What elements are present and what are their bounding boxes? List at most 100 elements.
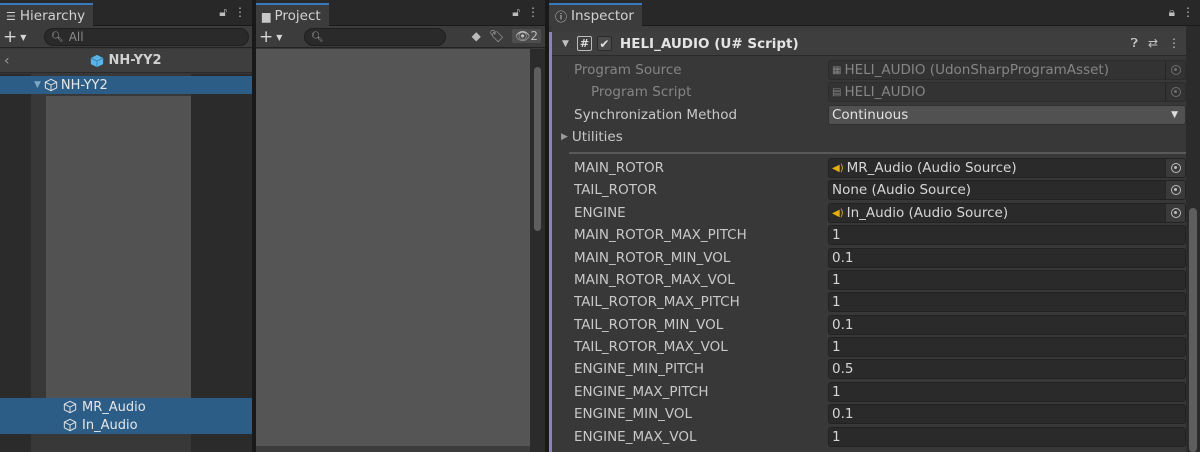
- prop-value: MR_Audio (Audio Source): [846, 160, 1017, 176]
- help-icon[interactable]: ❓︎: [1131, 36, 1138, 51]
- project-search[interactable]: 🔍︎: [304, 28, 446, 46]
- hierarchy-toolbar: + ▼ 🔍︎: [0, 26, 252, 48]
- field-row: MAIN_ROTOR_MIN_VOL 0.1: [574, 248, 1186, 268]
- hierarchy-panel: ☰ Hierarchy 🔓︎ ⋮ +▼ 🔍︎ ‹ NH-YY2 ▼: [0, 0, 252, 452]
- fold-triangle-icon[interactable]: ▼: [562, 39, 569, 49]
- more-icon[interactable]: ⋮: [1168, 36, 1180, 51]
- caret-down-icon: ▼: [20, 32, 27, 42]
- lock-icon[interactable]: 🔓︎: [219, 5, 227, 20]
- hierarchy-search[interactable]: 🔍︎: [44, 28, 249, 46]
- program-source-row: Program Source ▦ HELI_AUDIO (UdonSharpPr…: [574, 60, 1186, 80]
- prop-value: 1: [832, 272, 841, 288]
- prop-value: Continuous: [832, 107, 909, 123]
- prop-label: Program Source: [574, 62, 682, 78]
- scene-name: NH-YY2: [108, 53, 162, 68]
- number-field[interactable]: 1: [828, 292, 1186, 312]
- prop-value: 0.1: [832, 250, 854, 266]
- project-create-button[interactable]: + ▼: [259, 27, 293, 47]
- presets-icon[interactable]: ⇄: [1148, 36, 1158, 51]
- inspector-panel: ⓘ Inspector 🔒︎ ⋮ ▼ # ✔ HELI_AUDIO (U# Sc…: [549, 0, 1200, 452]
- tree-item-label: NH-YY2: [60, 77, 108, 93]
- gameobject-cube-icon: [63, 418, 77, 432]
- project-scroll-thumb[interactable]: [534, 67, 541, 231]
- program-script-field[interactable]: ▤ HELI_AUDIO: [828, 82, 1186, 102]
- project-tabbar: ▆ Project 🔓︎ ⋮: [256, 0, 545, 26]
- gameobject-cube-icon: [63, 400, 77, 414]
- inspector-scroll-thumb[interactable]: [1189, 208, 1197, 452]
- scene-header: ‹ NH-YY2: [0, 49, 252, 73]
- engine-field[interactable]: ◀) In_Audio (Audio Source): [828, 203, 1186, 223]
- number-field[interactable]: 0.1: [828, 315, 1186, 335]
- inspector-scrollbar[interactable]: [1186, 26, 1200, 452]
- prop-label: TAIL_ROTOR_MAX_PITCH: [574, 294, 740, 310]
- tail-rotor-field[interactable]: None (Audio Source): [828, 180, 1186, 200]
- lock-icon[interactable]: 🔓︎: [512, 5, 520, 20]
- prop-label: ENGINE_MAX_PITCH: [574, 384, 709, 400]
- program-source-field[interactable]: ▦ HELI_AUDIO (UdonSharpProgramAsset): [828, 60, 1186, 80]
- gameobject-cube-icon: [44, 78, 58, 92]
- asset-icon: ▦: [832, 64, 842, 76]
- program-script-row: Program Script ▤ HELI_AUDIO: [591, 82, 1186, 102]
- tree-item-mr-audio[interactable]: MR_Audio: [0, 398, 252, 416]
- number-field[interactable]: 0.1: [828, 248, 1186, 268]
- dropdown-arrow-icon: ▼: [1171, 110, 1178, 120]
- number-field[interactable]: 1: [828, 270, 1186, 290]
- object-picker-icon[interactable]: [1165, 61, 1185, 79]
- hierarchy-search-input[interactable]: [68, 30, 248, 44]
- prop-label: TAIL_ROTOR_MIN_VOL: [574, 317, 724, 333]
- utilities-label: Utilities: [571, 129, 623, 145]
- object-picker-icon[interactable]: [1165, 159, 1185, 177]
- more-icon[interactable]: ⋮: [527, 5, 539, 20]
- tab-hierarchy[interactable]: ☰ Hierarchy: [0, 3, 94, 26]
- field-row: ENGINE ◀) In_Audio (Audio Source): [574, 203, 1186, 223]
- prop-label: TAIL_ROTOR: [574, 182, 657, 198]
- hierarchy-content-area: [46, 96, 191, 398]
- project-search-input[interactable]: [328, 30, 445, 44]
- sync-method-dropdown[interactable]: Continuous ▼: [828, 105, 1186, 125]
- prop-value: 1: [832, 384, 841, 400]
- more-icon[interactable]: ⋮: [1182, 5, 1194, 20]
- back-icon[interactable]: ‹: [4, 53, 10, 69]
- inspector-tabbar: ⓘ Inspector 🔒︎ ⋮: [549, 0, 1200, 26]
- prop-value: 1: [832, 429, 841, 445]
- number-field[interactable]: 1: [828, 225, 1186, 245]
- tree-item-in-audio[interactable]: In_Audio: [0, 416, 252, 434]
- number-field[interactable]: 0.5: [828, 359, 1186, 379]
- tree-item-label: MR_Audio: [82, 399, 146, 415]
- filter-by-type-icon[interactable]: ◆: [472, 29, 481, 43]
- project-scrollbar[interactable]: [530, 49, 545, 452]
- tab-project[interactable]: ▆ Project: [256, 3, 329, 26]
- create-button[interactable]: + ▼: [3, 27, 37, 47]
- tab-inspector[interactable]: ⓘ Inspector: [549, 3, 642, 26]
- component-enabled-checkbox[interactable]: ✔: [596, 36, 612, 51]
- utilities-foldout[interactable]: ▶ Utilities: [561, 127, 623, 147]
- object-picker-icon[interactable]: [1165, 181, 1185, 199]
- hidden-packages-toggle[interactable]: 👁︎2: [512, 29, 541, 43]
- number-field[interactable]: 1: [828, 427, 1186, 447]
- number-field[interactable]: 1: [828, 337, 1186, 357]
- prop-label: MAIN_ROTOR: [574, 160, 664, 176]
- fold-triangle-icon[interactable]: ▼: [34, 80, 41, 90]
- object-picker-icon[interactable]: [1165, 204, 1185, 222]
- script-file-icon: ▤: [832, 86, 842, 98]
- prop-label: MAIN_ROTOR_MAX_PITCH: [574, 227, 747, 243]
- project-tab-actions: 🔓︎ ⋮: [512, 5, 539, 20]
- prop-value: 0.1: [832, 406, 854, 422]
- number-field[interactable]: 1: [828, 382, 1186, 402]
- component-header-actions: ❓︎ ⇄ ⋮: [1131, 36, 1180, 51]
- project-toolbar: + ▼ 🔍︎ ◆ 🏷︎ 👁︎2: [256, 26, 545, 48]
- search-icon: 🔍︎: [51, 31, 64, 43]
- filter-by-label-icon[interactable]: 🏷︎: [489, 29, 504, 43]
- hierarchy-margin: [191, 74, 252, 452]
- number-field[interactable]: 0.1: [828, 404, 1186, 424]
- inspector-tab-actions: 🔒︎ ⋮: [1169, 5, 1194, 20]
- lock-icon[interactable]: 🔒︎: [1169, 5, 1175, 20]
- project-tools: ◆ 🏷︎ 👁︎2: [472, 29, 541, 43]
- object-picker-icon[interactable]: [1165, 83, 1185, 101]
- component-header[interactable]: ▼ # ✔ HELI_AUDIO (U# Script) ❓︎ ⇄ ⋮: [552, 32, 1186, 56]
- more-icon[interactable]: ⋮: [234, 5, 246, 20]
- tree-item-root[interactable]: ▼ NH-YY2: [0, 76, 252, 94]
- prop-label: ENGINE_MAX_VOL: [574, 429, 697, 445]
- main-rotor-field[interactable]: ◀) MR_Audio (Audio Source): [828, 158, 1186, 178]
- project-panel: ▆ Project 🔓︎ ⋮ + ▼ 🔍︎ ◆ 🏷︎ 👁︎2: [256, 0, 545, 452]
